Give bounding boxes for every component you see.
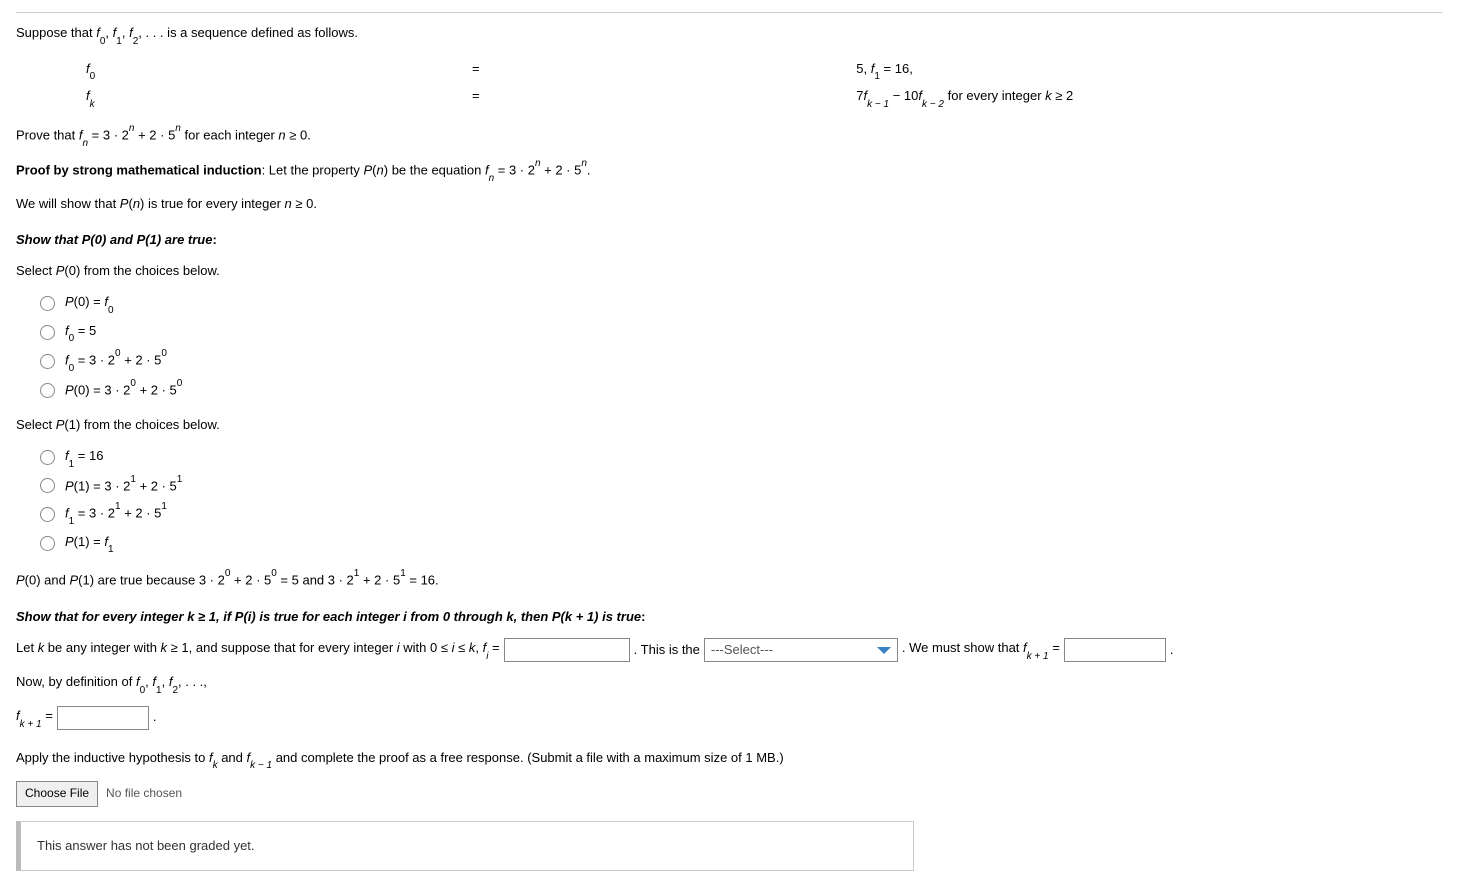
radio-icon [40,354,55,369]
prove-statement: Prove that fn = 3 · 2n + 2 · 5n for each… [16,124,1442,149]
fk1-definition-row: fk + 1 = . [16,706,1442,730]
choice-label: f0 = 3 · 20 + 2 · 50 [65,349,167,374]
p1-choice-4[interactable]: P(1) = f1 [40,532,1442,556]
fk1-target-input[interactable] [1064,638,1166,662]
p1-choice-2[interactable]: P(1) = 3 · 21 + 2 · 51 [40,475,1442,497]
show-all: We will show that P(n) is true for every… [16,194,1442,215]
select-p1-prompt: Select P(1) from the choices below. [16,415,1442,436]
file-status: No file chosen [106,784,182,803]
choice-label: P(0) = f0 [65,292,114,316]
radio-icon [40,478,55,493]
basis-heading: Show that P(0) and P(1) are true: [16,230,1442,251]
p0-choice-3[interactable]: f0 = 3 · 20 + 2 · 50 [40,349,1442,374]
radio-icon [40,296,55,311]
proof-intro: Proof by strong mathematical induction: … [16,159,1442,184]
select-p0-prompt: Select P(0) from the choices below. [16,261,1442,282]
choose-file-button[interactable]: Choose File [16,781,98,806]
choice-label: P(1) = f1 [65,532,114,556]
chevron-down-icon [877,647,891,654]
now-by-definition: Now, by definition of f0, f1, f2, . . ., [16,672,1442,696]
grade-status-box: This answer has not been graded yet. [16,821,914,872]
file-upload-row: Choose File No file chosen [16,781,1442,806]
intro-text: Suppose that f0, f1, f2, . . . is a sequ… [16,23,1442,47]
definition-equations: f0 = 5, f1 = 16, fk = 7fk − 1 − 10fk − 2… [86,57,1442,112]
radio-icon [40,536,55,551]
hypothesis-select[interactable]: ---Select--- [704,638,898,662]
p0-choice-4[interactable]: P(0) = 3 · 20 + 2 · 50 [40,379,1442,401]
choice-label: f1 = 3 · 21 + 2 · 51 [65,502,167,527]
radio-icon [40,450,55,465]
select-placeholder: ---Select--- [711,640,773,661]
p0-choice-2[interactable]: f0 = 5 [40,321,1442,345]
p0-choice-1[interactable]: P(0) = f0 [40,292,1442,316]
inductive-heading: Show that for every integer k ≥ 1, if P(… [16,607,1442,628]
inductive-hypothesis-row: Let k be any integer with k ≥ 1, and sup… [16,638,1442,662]
top-rule [16,12,1442,13]
p1-choice-3[interactable]: f1 = 3 · 21 + 2 · 51 [40,502,1442,527]
radio-icon [40,325,55,340]
fk1-definition-input[interactable] [57,706,149,730]
choice-label: f0 = 5 [65,321,96,345]
basis-justification: P(0) and P(1) are true because 3 · 20 + … [16,569,1442,591]
fi-equals-input[interactable] [504,638,630,662]
choice-label: f1 = 16 [65,446,103,470]
choice-label: P(1) = 3 · 21 + 2 · 51 [65,475,182,497]
apply-ih-text: Apply the inductive hypothesis to fk and… [16,748,1442,772]
radio-icon [40,507,55,522]
choice-label: P(0) = 3 · 20 + 2 · 50 [65,379,182,401]
radio-icon [40,383,55,398]
p1-choice-1[interactable]: f1 = 16 [40,446,1442,470]
